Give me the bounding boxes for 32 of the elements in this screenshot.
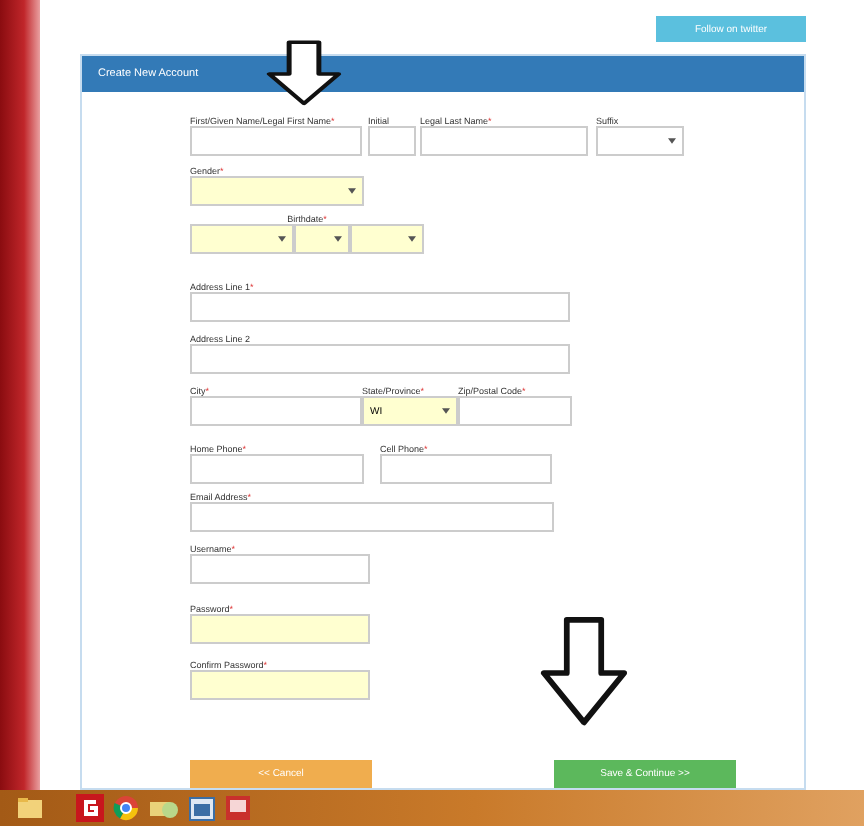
window-icon[interactable] — [188, 795, 216, 821]
dropdown[interactable] — [190, 224, 294, 254]
dropdown[interactable] — [350, 224, 424, 254]
caret-icon — [278, 236, 286, 242]
input-field[interactable] — [190, 344, 570, 374]
input-field[interactable] — [190, 396, 362, 426]
down-arrow-icon — [540, 616, 628, 730]
app-icon[interactable] — [76, 794, 104, 822]
browser-icon[interactable] — [112, 794, 140, 822]
caret-icon — [668, 138, 676, 144]
input-field[interactable] — [458, 396, 572, 426]
input-field[interactable] — [368, 126, 416, 156]
folder-icon[interactable] — [16, 796, 44, 820]
presentation-icon[interactable] — [224, 794, 252, 822]
dropdown[interactable] — [190, 176, 364, 206]
input-field[interactable] — [420, 126, 588, 156]
dropdown[interactable] — [294, 224, 350, 254]
input-field[interactable] — [190, 502, 554, 532]
dropdown[interactable] — [596, 126, 684, 156]
input-field[interactable] — [190, 454, 364, 484]
caret-icon — [348, 188, 356, 194]
input-field[interactable] — [190, 292, 570, 322]
caret-icon — [334, 236, 342, 242]
input-field[interactable] — [380, 454, 552, 484]
password-field[interactable] — [190, 670, 370, 700]
input-field[interactable] — [190, 554, 370, 584]
password-field[interactable] — [190, 614, 370, 644]
caret-icon — [442, 408, 450, 414]
input-field[interactable] — [190, 126, 362, 156]
folders-icon[interactable] — [148, 796, 180, 820]
down-arrow-icon — [266, 40, 342, 108]
caret-icon — [408, 236, 416, 242]
